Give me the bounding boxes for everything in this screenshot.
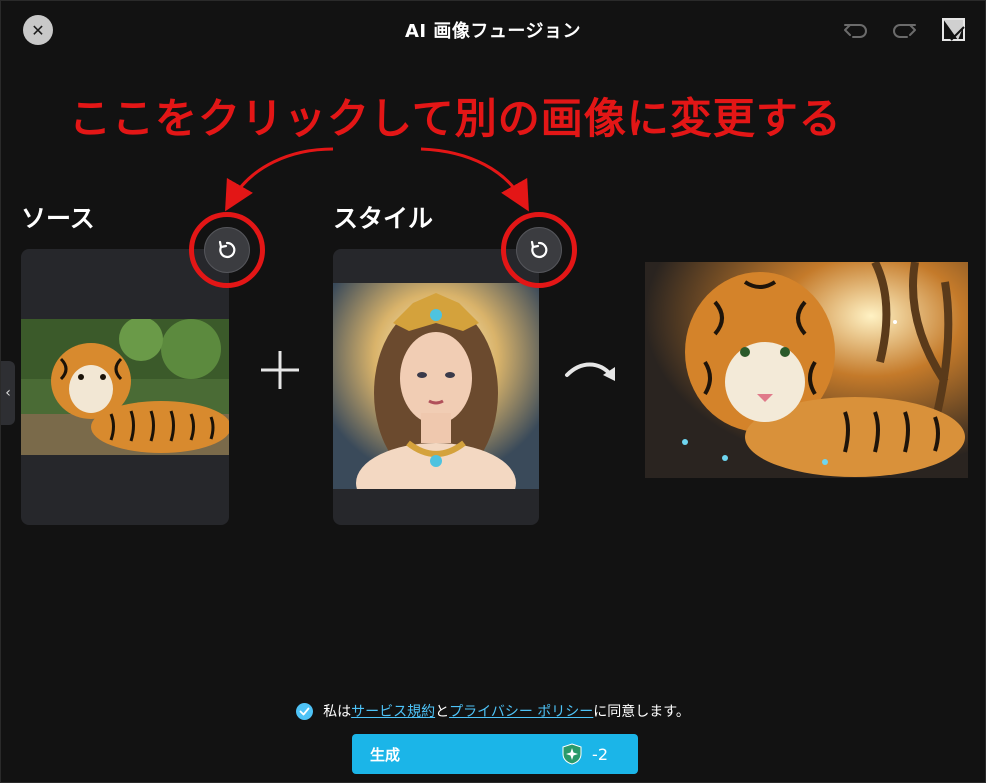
style-image	[333, 283, 539, 489]
note-icon[interactable]	[939, 15, 969, 45]
source-card[interactable]	[21, 249, 229, 525]
check-icon	[299, 707, 310, 715]
style-label: スタイル	[333, 204, 434, 233]
annotation-text: ここをクリックして別の画像に変更する	[69, 94, 842, 143]
reset-icon	[218, 240, 236, 259]
agreement-checkbox[interactable]	[296, 702, 314, 720]
result-image	[645, 262, 968, 478]
source-image	[21, 319, 229, 455]
style-reset-button[interactable]	[516, 227, 562, 273]
terms-link[interactable]: サービス規約	[351, 701, 435, 721]
generate-button[interactable]: 生成 -2	[352, 734, 638, 774]
source-label: ソース	[21, 204, 95, 233]
style-card[interactable]	[333, 249, 539, 525]
undo-icon[interactable]	[841, 15, 871, 45]
agreement-conjunction: と	[435, 704, 450, 720]
plus-icon	[261, 351, 299, 389]
credit-cost-value: -2	[592, 744, 608, 764]
ai-image-fusion-dialog: ✕ AI 画像フュージョン ここをクリックして別の画像に変更する ソース スタイ…	[0, 0, 986, 783]
agreement-prefix: 私は	[323, 704, 352, 720]
chevron-left-icon: ‹	[5, 385, 11, 401]
source-reset-button[interactable]	[204, 227, 250, 273]
agreement-suffix: に同意します。	[593, 704, 690, 720]
reset-icon	[530, 240, 548, 259]
credit-cost: -2	[560, 742, 608, 766]
page-title: AI 画像フュージョン	[404, 21, 582, 42]
side-panel-toggle[interactable]: ‹	[1, 361, 15, 425]
credit-icon	[562, 743, 582, 765]
generate-label: 生成	[370, 745, 401, 764]
curved-arrow-icon	[565, 362, 615, 381]
agreement-row: 私は サービス規約 と プライバシー ポリシー に同意します。	[1, 701, 985, 721]
redo-icon[interactable]	[889, 15, 919, 45]
privacy-link[interactable]: プライバシー ポリシー	[449, 701, 593, 721]
